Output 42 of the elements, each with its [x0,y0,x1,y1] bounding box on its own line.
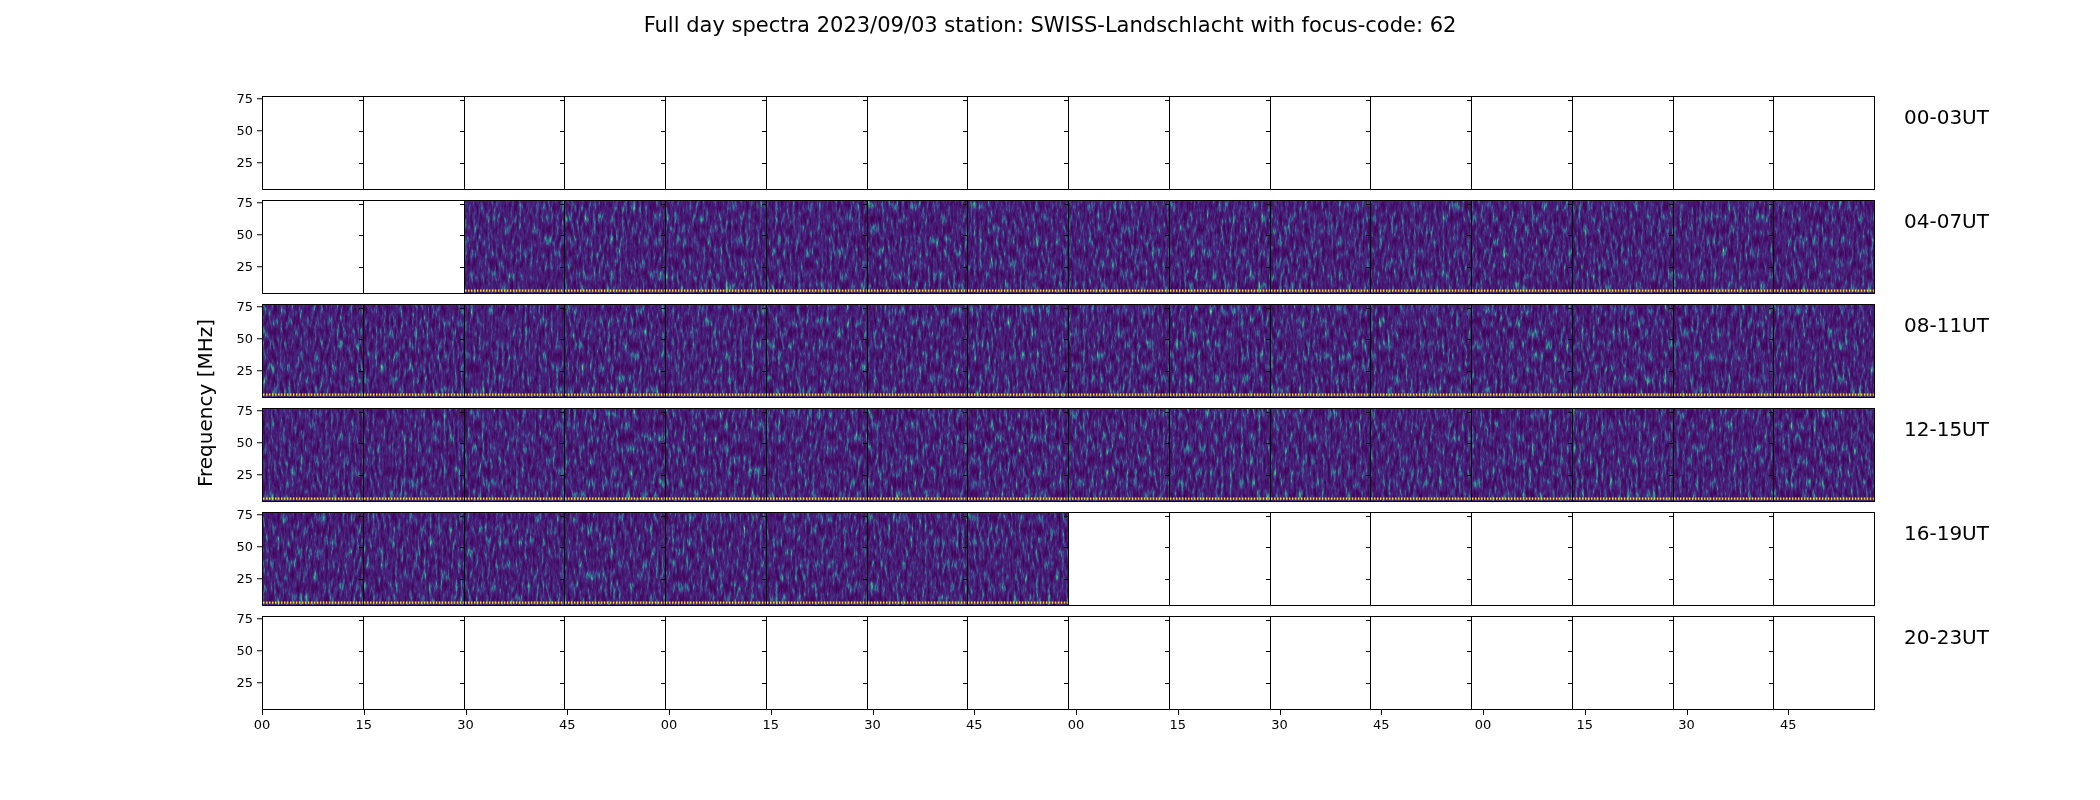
tick-label: 25 [236,362,253,381]
tick-label: 75 [236,298,253,317]
row-label: 04-07UT [1904,209,1989,233]
tick-label: 75 [236,194,253,213]
tick-label: 45 [966,716,983,734]
tick-label: 15 [1169,716,1186,734]
tick-label: 00 [1067,716,1085,734]
row-label: 00-03UT [1904,105,1989,129]
tick-label: 00 [660,716,678,734]
tick-label: 25 [236,674,253,693]
tick-label: 25 [236,258,253,277]
tick-label: 45 [559,716,576,734]
tick-label: 25 [236,154,253,173]
tick-label: 30 [1678,716,1695,734]
tick-label: 15 [1576,716,1593,734]
tick-label: 50 [236,122,253,141]
tick-label: 25 [236,570,253,589]
tick-label: 75 [236,402,253,421]
tick-label: 30 [1271,716,1288,734]
tick-label: 15 [355,716,372,734]
tick-label: 45 [1373,716,1390,734]
tick-label: 00 [253,716,271,734]
tick-label: 50 [236,226,253,245]
tick-label: 75 [236,506,253,525]
tick-label: 50 [236,434,253,453]
tick-label: 25 [236,466,253,485]
tick-label: 50 [236,330,253,349]
tick-label: 30 [864,716,881,734]
row-label: 16-19UT [1904,521,1989,545]
tick-label: 75 [236,610,253,629]
tick-label: 30 [457,716,474,734]
tick-label: 75 [236,90,253,109]
row-label: 08-11UT [1904,313,1989,337]
tick-label: 50 [236,642,253,661]
row-label: 20-23UT [1904,625,1989,649]
tick-label: 00 [1474,716,1492,734]
row-label: 12-15UT [1904,417,1989,441]
tick-label: 50 [236,538,253,557]
tick-label: 15 [762,716,779,734]
axis-label: Frequency [MHz] [192,318,218,488]
tick-label: 45 [1780,716,1797,734]
chart-title: Full day spectra 2023/09/03 station: SWISS-Landschlacht with focus-code: 62 [642,12,1458,39]
